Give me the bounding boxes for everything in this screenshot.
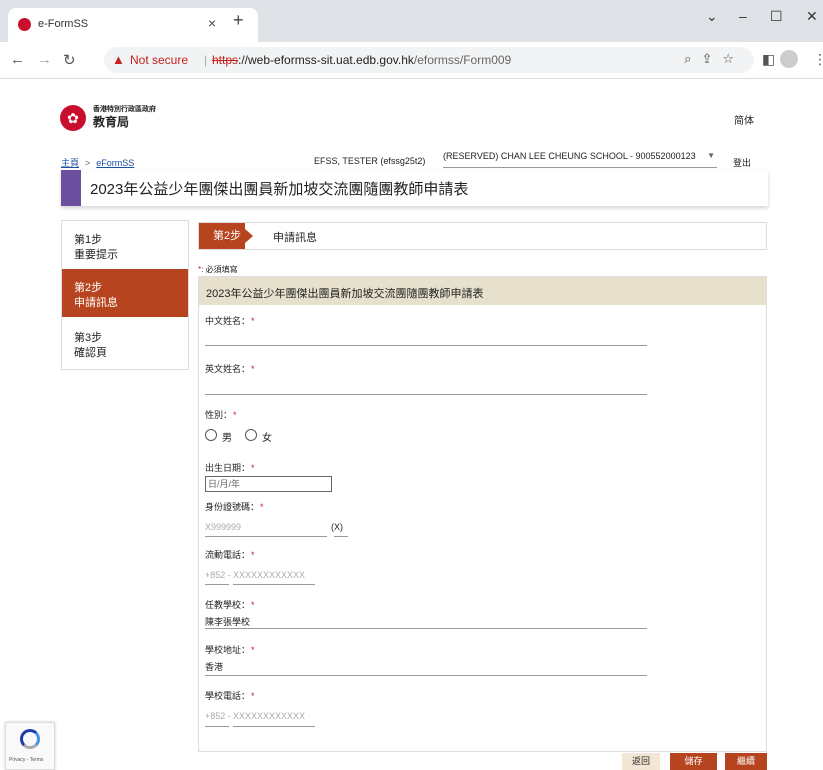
- page-title: 2023年公益少年團傑出團員新加坡交流團隨團教師申請表: [90, 181, 469, 198]
- breadcrumb: 主頁 > eFormSS: [61, 156, 134, 169]
- breadcrumb-home-link[interactable]: 主頁: [61, 158, 79, 168]
- side-panel-icon[interactable]: ◧: [762, 51, 775, 68]
- tab-close-icon[interactable]: ×: [208, 15, 216, 31]
- step-label: 申請訊息: [74, 297, 118, 309]
- chinese-name-label: 中文姓名：*: [205, 316, 255, 326]
- application-form: 2023年公益少年團傑出團員新加坡交流團隨團教師申請表: [198, 276, 767, 752]
- mobile-label: 流動電話：*: [205, 550, 255, 560]
- required-note: *: 必須填寫: [198, 265, 238, 274]
- step-number: 第2步: [74, 282, 103, 294]
- breadcrumb-eformss-link[interactable]: eFormSS: [96, 158, 134, 168]
- school-phone-input-underline: [233, 726, 315, 727]
- dob-input[interactable]: 日/月/年: [205, 476, 332, 492]
- minimize-button[interactable]: –: [739, 8, 747, 24]
- gender-label: 性別：*: [205, 410, 237, 420]
- school-phone-input[interactable]: XXXXXXXXXXXX: [233, 711, 305, 721]
- mobile-prefix-underline: [205, 584, 229, 585]
- favicon-icon: [18, 18, 31, 31]
- logo-title: 教育局: [93, 115, 130, 129]
- next-button[interactable]: 繼續: [725, 753, 767, 770]
- hkid-input-underline: [205, 536, 327, 537]
- english-name-label: 英文姓名：*: [205, 364, 255, 374]
- hkid-check-digit[interactable]: (X): [331, 522, 343, 532]
- title-accent-bar: [61, 170, 81, 206]
- back-arrow-icon[interactable]: ←: [10, 51, 25, 68]
- browser-tab[interactable]: e-FormSS ×: [8, 8, 258, 42]
- save-button[interactable]: 儲存: [670, 753, 717, 770]
- school-address-label: 學校地址：*: [205, 645, 255, 655]
- mobile-input[interactable]: XXXXXXXXXXXX: [233, 570, 305, 580]
- sidebar-step-1[interactable]: 第1步 重要提示: [62, 221, 188, 269]
- omnibox-actions-icons[interactable]: ⌕⇪☆: [684, 51, 744, 67]
- step-label: 重要提示: [74, 249, 118, 261]
- mobile-input-underline: [233, 584, 315, 585]
- hkid-input[interactable]: X999999: [205, 522, 241, 532]
- maximize-button[interactable]: ☐: [770, 8, 783, 25]
- close-window-button[interactable]: ✕: [806, 8, 818, 25]
- browser-tabstrip: e-FormSS × + ⌄ – ☐ ✕: [0, 0, 823, 42]
- browser-toolbar: ← → ↻ ▲ Not secure | https://web-eformss…: [0, 42, 823, 79]
- school-label: 任教學校：*: [205, 600, 255, 610]
- address-bar[interactable]: ▲ Not secure | https://web-eformss-sit.u…: [104, 47, 754, 73]
- chevron-down-icon: ▼: [707, 151, 715, 160]
- omnibox-divider: |: [204, 53, 208, 67]
- gender-male-radio[interactable]: [205, 429, 217, 441]
- chinese-name-input[interactable]: [205, 345, 647, 346]
- school-address-underline: [205, 675, 647, 676]
- tab-search-icon[interactable]: ⌄: [706, 8, 718, 25]
- breadcrumb-separator: >: [85, 158, 91, 168]
- page-title-band: 2023年公益少年團傑出團員新加坡交流團隨團教師申請表: [61, 170, 768, 206]
- step-tag: 第2步: [199, 223, 245, 249]
- gender-female-radio[interactable]: [245, 429, 257, 441]
- gender-male-label: 男: [222, 433, 232, 444]
- logout-link[interactable]: 登出: [733, 156, 751, 169]
- recaptcha-badge[interactable]: Privacy - Terms: [5, 722, 55, 770]
- school-phone-prefix-underline: [205, 726, 229, 727]
- school-select[interactable]: (RESERVED) CHAN LEE CHEUNG SCHOOL - 9005…: [443, 151, 717, 168]
- step-number: 第3步: [74, 332, 103, 344]
- hkid-label: 身份證號碼：*: [205, 502, 264, 512]
- form-heading: 2023年公益少年團傑出團員新加坡交流團隨團教師申請表: [206, 288, 484, 300]
- tab-title: e-FormSS: [38, 18, 89, 30]
- sidebar-step-2[interactable]: 第2步 申請訊息: [62, 269, 188, 317]
- hksar-logo-icon: ✿: [60, 105, 86, 131]
- step-sidebar: 第1步 重要提示 第2步 申請訊息 第3步 確認頁: [61, 220, 189, 370]
- profile-avatar-icon[interactable]: [780, 50, 798, 68]
- forward-arrow-icon[interactable]: →: [37, 51, 52, 68]
- reload-icon[interactable]: ↻: [63, 51, 76, 69]
- school-select-value: (RESERVED) CHAN LEE CHEUNG SCHOOL - 9005…: [443, 151, 696, 161]
- school-input-underline: [205, 628, 647, 629]
- step-header-label: 申請訊息: [273, 232, 317, 244]
- step-number: 第1步: [74, 234, 103, 246]
- school-input[interactable]: 陳李張學校: [205, 615, 250, 628]
- recaptcha-links[interactable]: Privacy - Terms: [9, 757, 43, 763]
- step-label: 確認頁: [74, 347, 107, 359]
- simplified-chinese-link[interactable]: 简体: [734, 112, 754, 127]
- mobile-prefix: +852 -: [205, 570, 231, 580]
- school-address-input[interactable]: 香港: [205, 660, 223, 673]
- step-header: 第2步 申請訊息: [198, 222, 767, 250]
- menu-kebab-icon[interactable]: ⋮: [813, 51, 823, 68]
- english-name-input[interactable]: [205, 394, 647, 395]
- recaptcha-icon: [20, 729, 40, 749]
- warning-icon: ▲: [112, 52, 125, 67]
- new-tab-button[interactable]: +: [233, 11, 244, 29]
- sidebar-step-3[interactable]: 第3步 確認頁: [62, 319, 188, 367]
- form-heading-bar: 2023年公益少年團傑出團員新加坡交流團隨團教師申請表: [199, 277, 766, 305]
- gender-female-label: 女: [262, 433, 272, 444]
- back-button[interactable]: 返回: [622, 753, 660, 770]
- school-phone-label: 學校電話：*: [205, 691, 255, 701]
- user-name: EFSS, TESTER (efssg25t2): [314, 156, 426, 166]
- school-phone-prefix: +852 -: [205, 711, 231, 721]
- step-arrow-icon: [245, 229, 253, 243]
- not-secure-label[interactable]: Not secure: [130, 53, 188, 67]
- dob-label: 出生日期：*: [205, 463, 255, 473]
- hkid-check-underline: [334, 536, 348, 537]
- url-text[interactable]: https://web-eformss-sit.uat.edb.gov.hk/e…: [212, 53, 511, 67]
